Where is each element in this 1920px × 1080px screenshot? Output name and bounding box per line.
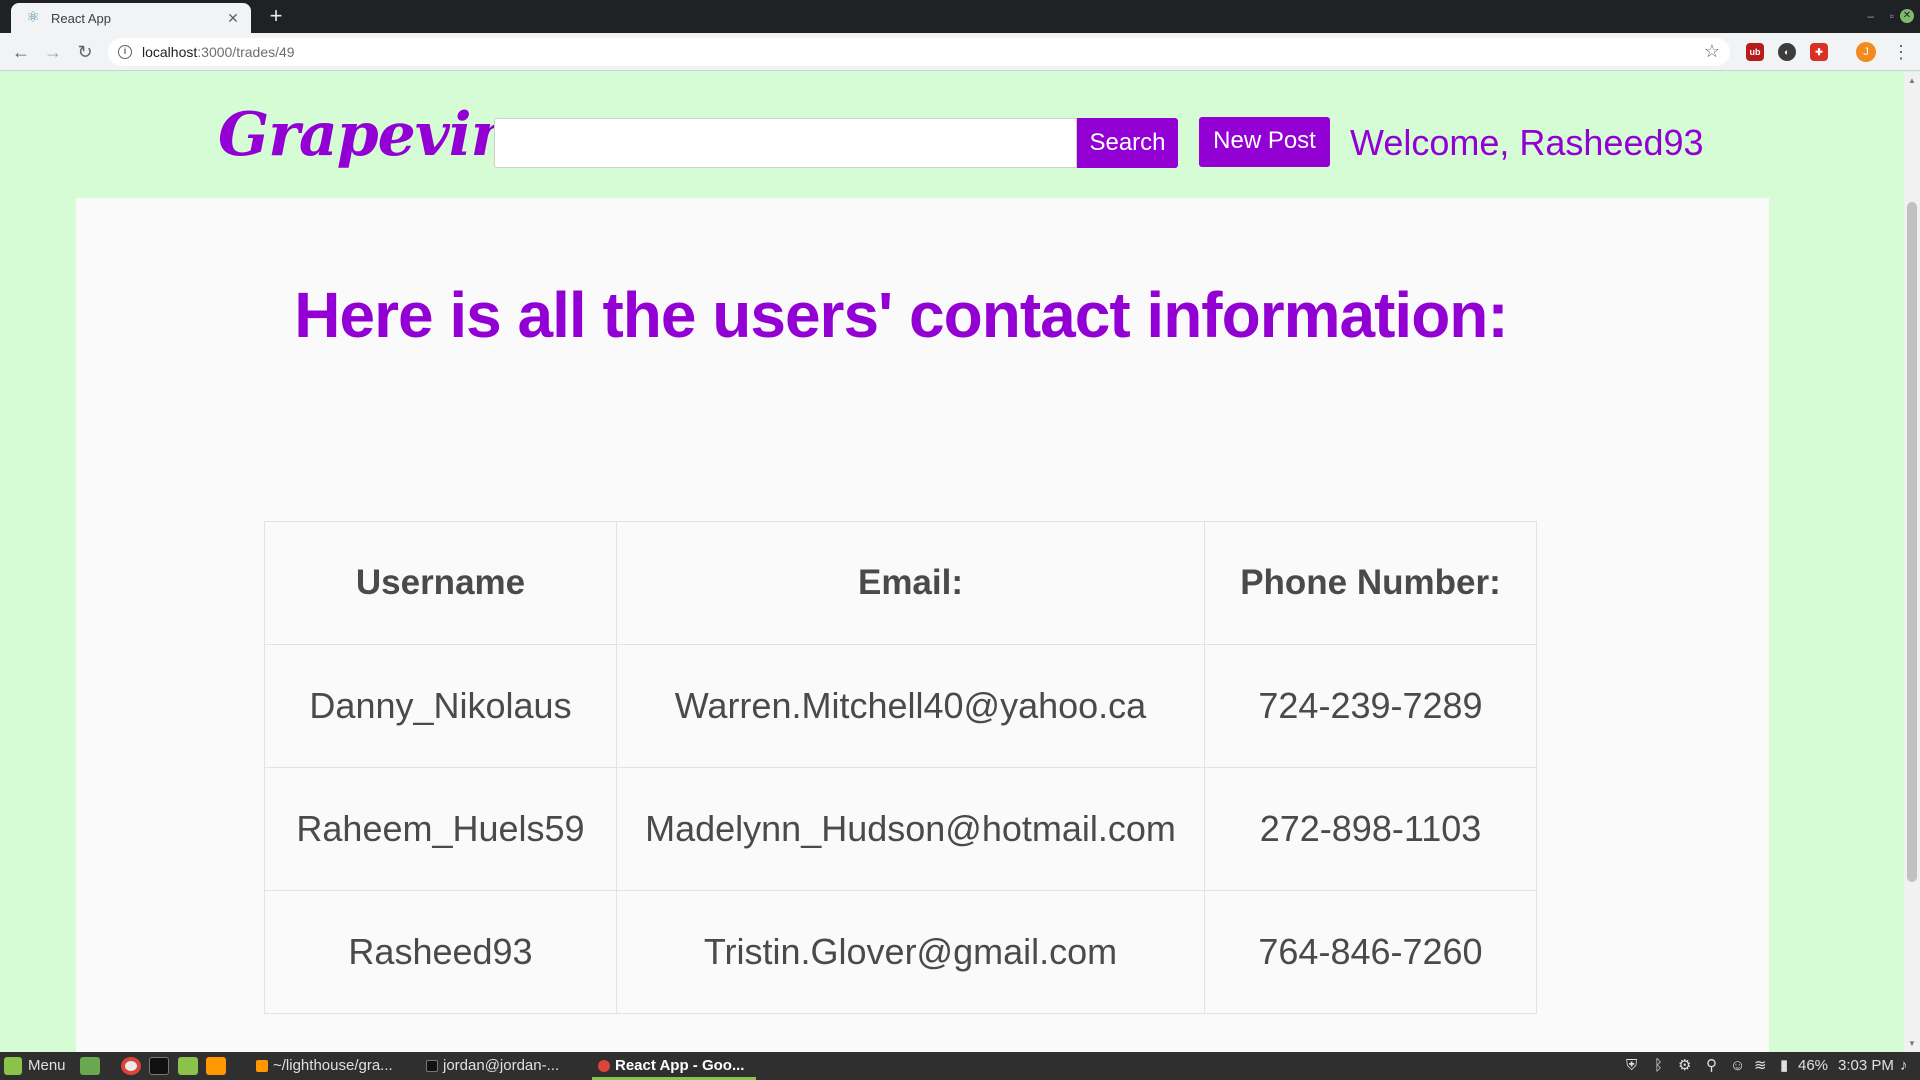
profile-avatar-icon[interactable]: J: [1856, 42, 1876, 62]
phone-cell: 724-239-7289: [1204, 644, 1537, 768]
site-info-icon[interactable]: i: [118, 45, 132, 59]
os-taskbar: Menu ~/lighthouse/gra... jordan@jordan-.…: [0, 1052, 1920, 1080]
extension-icon[interactable]: ◐: [1778, 43, 1796, 61]
volume-icon[interactable]: ♪: [1900, 1052, 1908, 1080]
search-input[interactable]: [494, 118, 1077, 168]
column-header-email: Email:: [616, 521, 1205, 645]
username-cell: Rasheed93: [264, 890, 617, 1014]
maximize-icon[interactable]: ▫: [1890, 9, 1894, 23]
location-icon[interactable]: ⚲: [1706, 1052, 1717, 1080]
contacts-table: Username Email: Phone Number: Danny_Niko…: [264, 521, 1537, 1014]
start-menu-button[interactable]: Menu: [4, 1052, 66, 1080]
address-bar[interactable]: i localhost:3000/trades/49 ☆: [108, 38, 1730, 66]
taskbar-window-label: React App - Goo...: [615, 1057, 745, 1074]
minimize-icon[interactable]: –: [1867, 9, 1874, 23]
battery-percent: 46%: [1798, 1057, 1829, 1074]
table-row: Danny_Nikolaus Warren.Mitchell40@yahoo.c…: [264, 644, 1537, 768]
url-path: :3000/trades/49: [197, 44, 295, 60]
phone-cell: 764-846-7260: [1204, 890, 1537, 1014]
column-header-username: Username: [264, 521, 617, 645]
browser-tab-bar: ⚛ React App ✕ + – ▫ ✕: [0, 0, 1920, 33]
phone-cell: 272-898-1103: [1204, 767, 1537, 891]
back-arrow-icon[interactable]: ←: [10, 41, 32, 63]
scroll-down-icon[interactable]: ▼: [1908, 1039, 1916, 1048]
mint-menu-icon: [4, 1057, 22, 1076]
email-cell: Tristin.Glover@gmail.com: [616, 890, 1205, 1014]
user-icon[interactable]: ☺: [1730, 1052, 1745, 1080]
chrome-launcher-icon[interactable]: [121, 1057, 141, 1075]
column-header-phone: Phone Number:: [1204, 521, 1537, 645]
taskbar-window-label: ~/lighthouse/gra...: [273, 1057, 393, 1074]
ublock-extension-icon[interactable]: ub: [1746, 43, 1764, 61]
username-cell: Danny_Nikolaus: [264, 644, 617, 768]
email-cell: Warren.Mitchell40@yahoo.ca: [616, 644, 1205, 768]
new-post-button[interactable]: New Post: [1199, 117, 1330, 167]
sublime-launcher-icon[interactable]: [206, 1057, 226, 1075]
page-scrollbar[interactable]: ▲ ▼: [1904, 72, 1920, 1052]
new-tab-button[interactable]: +: [264, 4, 288, 28]
close-tab-icon[interactable]: ✕: [225, 10, 241, 27]
clock[interactable]: 3:03 PM: [1838, 1052, 1894, 1080]
react-icon: ⚛: [26, 9, 40, 26]
battery-icon[interactable]: ▮: [1780, 1052, 1788, 1080]
browser-menu-icon[interactable]: ⋮: [1892, 41, 1910, 63]
terminal-launcher-icon[interactable]: [149, 1057, 169, 1075]
bookmark-star-icon[interactable]: ☆: [1704, 41, 1720, 62]
table-row: Raheem_Huels59 Madelynn_Hudson@hotmail.c…: [264, 767, 1537, 891]
window-close-icon[interactable]: ✕: [1900, 9, 1914, 23]
search-button[interactable]: Search: [1077, 118, 1178, 168]
page-viewport: Grapevine Search New Post Welcome, Rashe…: [0, 72, 1904, 1052]
table-header-row: Username Email: Phone Number:: [264, 521, 1537, 645]
bluetooth-icon[interactable]: ᛒ: [1654, 1052, 1663, 1080]
wifi-icon[interactable]: ≋: [1754, 1052, 1767, 1080]
taskbar-window-browser[interactable]: React App - Goo...: [592, 1052, 756, 1080]
taskbar-window-editor[interactable]: ~/lighthouse/gra...: [250, 1052, 410, 1080]
taskbar-window-label: jordan@jordan-...: [443, 1057, 560, 1074]
tab-title: React App: [51, 10, 111, 26]
email-cell: Madelynn_Hudson@hotmail.com: [616, 767, 1205, 891]
forward-arrow-icon[interactable]: →: [42, 41, 64, 63]
chrome-icon: [598, 1060, 610, 1073]
welcome-message: Welcome, Rasheed93: [1350, 122, 1704, 163]
url-host: localhost: [142, 44, 198, 60]
shield-icon[interactable]: ⛨: [1626, 1052, 1637, 1080]
extension-icon[interactable]: ✚: [1810, 43, 1828, 61]
scrollbar-thumb[interactable]: [1907, 202, 1917, 882]
show-desktop-icon[interactable]: [80, 1057, 100, 1075]
reload-icon[interactable]: ↻: [74, 41, 96, 63]
settings-gear-icon[interactable]: ⚙: [1678, 1052, 1691, 1080]
terminal-icon: [426, 1060, 438, 1073]
scroll-up-icon[interactable]: ▲: [1908, 76, 1916, 85]
browser-tab[interactable]: ⚛ React App ✕: [11, 3, 251, 33]
table-row: Rasheed93 Tristin.Glover@gmail.com 764-8…: [264, 890, 1537, 1014]
menu-label: Menu: [28, 1057, 66, 1074]
page-title: Here is all the users' contact informati…: [294, 279, 1508, 351]
files-launcher-icon[interactable]: [178, 1057, 198, 1075]
sublime-icon: [256, 1060, 268, 1073]
content-panel: Here is all the users' contact informati…: [76, 198, 1769, 1052]
browser-toolbar: ← → ↻ i localhost:3000/trades/49 ☆ ub ◐ …: [0, 33, 1920, 71]
username-cell: Raheem_Huels59: [264, 767, 617, 891]
taskbar-window-terminal[interactable]: jordan@jordan-...: [420, 1052, 580, 1080]
